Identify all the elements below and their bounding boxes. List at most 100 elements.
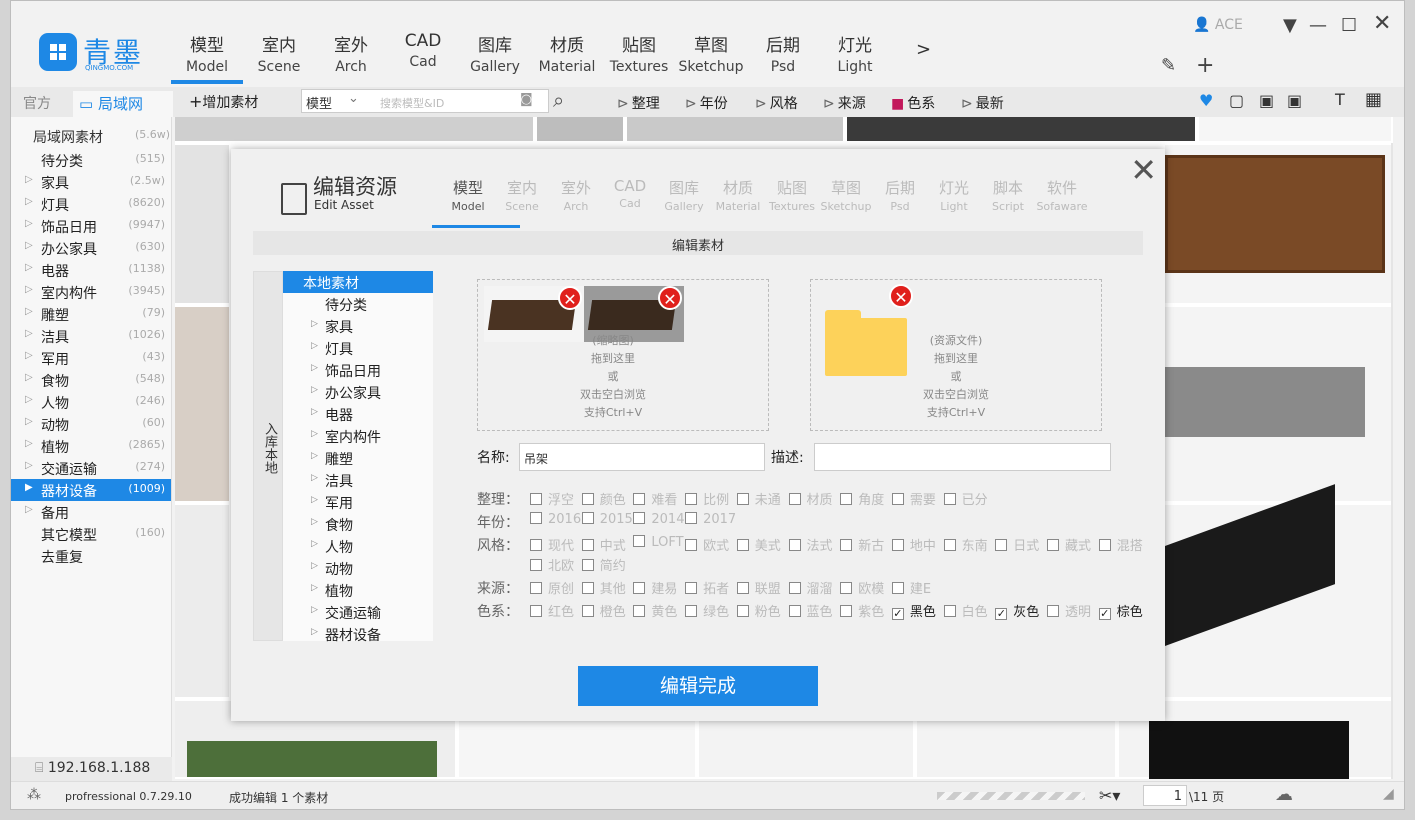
tab-official[interactable]: 官方 (23, 93, 51, 113)
grid-view-icon[interactable]: ▦ (1365, 89, 1382, 110)
tree-item[interactable]: ▷ 人物 (283, 535, 433, 557)
expand-arrow-icon[interactable]: ▷ (25, 416, 33, 427)
expand-arrow-icon[interactable]: ▷ (25, 284, 33, 295)
sidebar-item[interactable]: ▷ 动物 (60) (11, 413, 171, 435)
option-checkbox[interactable]: 绿色 (685, 601, 729, 620)
expand-arrow-icon[interactable]: ▷ (311, 319, 318, 329)
option-checkbox[interactable]: 拓者 (685, 578, 729, 597)
nav-tab-model[interactable]: 模型 Model (171, 31, 243, 84)
nav-tab-arch[interactable]: 室外 Arch (315, 31, 387, 75)
filter-1[interactable]: ⊳ 年份 (685, 93, 728, 113)
view-medium-icon[interactable]: ▣ (1259, 91, 1274, 110)
sidebar-item[interactable]: ▷ 办公家具 (630) (11, 237, 171, 259)
dialog-tab-sofaware[interactable]: 软件 Sofaware (1035, 177, 1089, 213)
sidebar-header[interactable]: 局域网素材 (33, 127, 103, 147)
nav-more-button[interactable]: > (916, 39, 931, 60)
expand-arrow-icon[interactable]: ▷ (25, 328, 33, 339)
cloud-download-icon[interactable]: ☁ (1275, 784, 1293, 805)
option-checkbox[interactable]: 新古 (840, 535, 884, 554)
sidebar-item[interactable]: ▷ 饰品日用 (9947) (11, 215, 171, 237)
option-checkbox[interactable]: 2015 (581, 512, 633, 527)
asset-thumbnail[interactable] (847, 117, 1197, 143)
view-large-icon[interactable]: ▢ (1229, 91, 1244, 110)
tree-item[interactable]: ▷ 室内构件 (283, 425, 433, 447)
option-checkbox[interactable]: 蓝色 (788, 601, 833, 620)
tree-item[interactable]: ▷ 雕塑 (283, 447, 433, 469)
network-share-icon[interactable]: ⁂ (27, 787, 41, 803)
asset-thumbnail[interactable] (1165, 307, 1393, 503)
name-input[interactable]: 吊架 (519, 443, 765, 471)
finish-edit-button[interactable]: 编辑完成 (578, 666, 818, 706)
asset-thumbnail[interactable] (1165, 145, 1393, 305)
description-input[interactable] (814, 443, 1111, 471)
asset-thumbnail[interactable] (175, 307, 231, 503)
nav-tab-scene[interactable]: 室内 Scene (243, 31, 315, 75)
option-checkbox[interactable]: 藏式 (1047, 535, 1091, 554)
filter-3[interactable]: ⊳ 来源 (823, 93, 866, 113)
option-checkbox[interactable]: 橙色 (581, 601, 626, 620)
add-asset-button[interactable]: +增加素材 (189, 92, 258, 112)
tree-item[interactable]: 本地素材 (283, 271, 433, 293)
dialog-tab-script[interactable]: 脚本 Script (981, 177, 1035, 213)
heart-icon[interactable]: ♥ (1199, 91, 1213, 110)
sidebar-item[interactable]: ▷ 军用 (43) (11, 347, 171, 369)
scissors-icon[interactable]: ✂▾ (1099, 786, 1120, 805)
asset-thumbnail[interactable] (537, 117, 625, 143)
remove-thumbnail-icon[interactable]: ✕ (658, 286, 682, 310)
filter-2[interactable]: ⊳ 风格 (755, 93, 798, 113)
search-icon[interactable]: ⌕ (553, 88, 564, 112)
text-view-icon[interactable]: T (1335, 90, 1345, 109)
option-checkbox[interactable]: 欧模 (840, 578, 884, 597)
expand-arrow-icon[interactable]: ▷ (25, 196, 33, 207)
sidebar-item[interactable]: ▷ 电器 (1138) (11, 259, 171, 281)
option-checkbox[interactable]: 未通 (736, 489, 781, 508)
chevron-right-icon[interactable]: ▶ (25, 482, 33, 493)
option-checkbox[interactable]: 北欧 (530, 555, 574, 574)
option-checkbox[interactable]: 浮空 (530, 489, 574, 508)
expand-arrow-icon[interactable]: ▷ (311, 363, 318, 373)
expand-arrow-icon[interactable]: ▷ (25, 240, 33, 251)
dropdown-icon[interactable]: ▼ (1283, 15, 1297, 36)
nav-tab-textures[interactable]: 贴图 Textures (603, 31, 675, 75)
option-checkbox[interactable]: 材质 (788, 489, 833, 508)
sidebar-item[interactable]: ▷ 洁具 (1026) (11, 325, 171, 347)
tree-item[interactable]: ▷ 电器 (283, 403, 433, 425)
expand-arrow-icon[interactable]: ▷ (25, 218, 33, 229)
expand-arrow-icon[interactable]: ▷ (311, 495, 318, 505)
nav-tab-light[interactable]: 灯光 Light (819, 31, 891, 75)
option-checkbox[interactable]: 建易 (633, 578, 677, 597)
tree-item[interactable]: ▷ 饰品日用 (283, 359, 433, 381)
grid-scrollbar[interactable] (1391, 143, 1393, 779)
expand-arrow-icon[interactable]: ▷ (311, 407, 318, 417)
chevron-down-icon[interactable]: ⌄ (348, 91, 359, 106)
option-checkbox[interactable]: 红色 (530, 601, 574, 620)
option-checkbox[interactable]: 中式 (581, 535, 626, 554)
dialog-tab-cad[interactable]: CAD Cad (603, 177, 657, 210)
dialog-tab-sketchup[interactable]: 草图 Sketchup (819, 177, 873, 213)
expand-arrow-icon[interactable]: ▷ (311, 473, 318, 483)
dialog-tab-model[interactable]: 模型 Model (441, 177, 495, 213)
sidebar-item[interactable]: ▷ 人物 (246) (11, 391, 171, 413)
sidebar-item[interactable]: ▷ 交通运输 (274) (11, 457, 171, 479)
expand-arrow-icon[interactable]: ▷ (25, 504, 33, 515)
option-checkbox[interactable]: 欧式 (685, 535, 729, 554)
option-checkbox[interactable]: 其他 (581, 578, 626, 597)
search-type-select[interactable]: 模型 (306, 93, 332, 112)
tree-item[interactable]: ▷ 办公家具 (283, 381, 433, 403)
nav-tab-gallery[interactable]: 图库 Gallery (459, 31, 531, 75)
option-checkbox[interactable]: 白色 (943, 601, 988, 620)
nav-tab-psd[interactable]: 后期 Psd (747, 31, 819, 75)
tree-item[interactable]: ▷ 洁具 (283, 469, 433, 491)
expand-arrow-icon[interactable]: ▷ (311, 539, 318, 549)
option-checkbox[interactable]: ✓ 棕色 (1098, 601, 1143, 620)
option-checkbox[interactable]: 需要 (891, 489, 936, 508)
expand-arrow-icon[interactable]: ▷ (311, 517, 318, 527)
sidebar-item[interactable]: ▶ 器材设备 (1009) (11, 479, 171, 501)
sidebar-item[interactable]: 去重复 (11, 545, 171, 567)
view-small-icon[interactable]: ▣ (1287, 91, 1302, 110)
filter-4[interactable]: ■ 色系 (891, 93, 935, 113)
expand-arrow-icon[interactable]: ▷ (311, 429, 318, 439)
option-checkbox[interactable]: 建E (891, 578, 931, 597)
option-checkbox[interactable]: 联盟 (736, 578, 781, 597)
expand-arrow-icon[interactable]: ▷ (311, 605, 318, 615)
